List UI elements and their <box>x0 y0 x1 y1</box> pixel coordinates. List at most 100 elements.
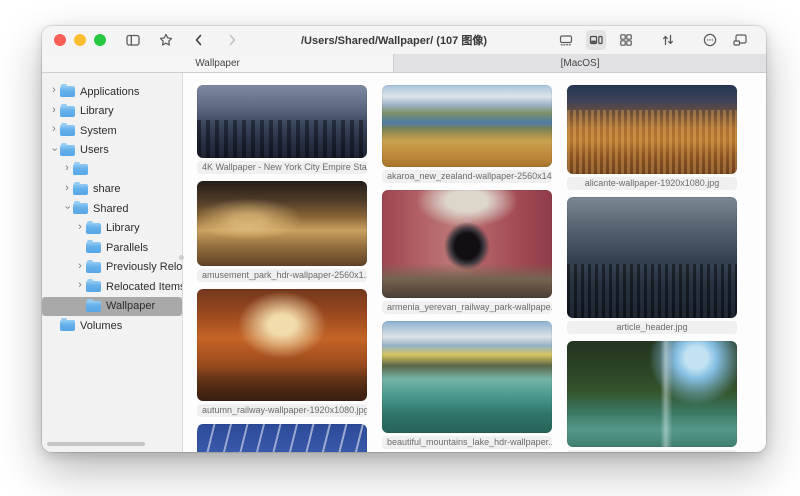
favorites-button[interactable] <box>156 30 176 50</box>
chevron-right-icon[interactable]: › <box>61 183 73 194</box>
folder-icon <box>60 320 75 331</box>
sidebar-item-label: Applications <box>80 86 139 98</box>
image-thumbnail[interactable] <box>197 85 367 158</box>
title-bar[interactable]: /Users/Shared/Wallpaper/ (107 图像) <box>42 26 766 54</box>
sidebar-item-relocated-items[interactable]: › Relocated Items <box>42 277 182 297</box>
image-card[interactable]: beautiful_mountains_lake_hdr-wallpaper..… <box>382 321 552 449</box>
sidebar-horizontal-scrollbar[interactable] <box>47 442 145 446</box>
chevron-right-icon[interactable]: › <box>74 261 86 272</box>
image-card[interactable]: 4K Wallpaper - New York City Empire Stat… <box>197 85 367 174</box>
more-icon <box>702 32 718 48</box>
image-thumbnail[interactable] <box>382 321 552 433</box>
sidebar-item-label: Volumes <box>80 320 122 332</box>
forward-button[interactable] <box>222 30 242 50</box>
image-thumbnail[interactable] <box>197 181 367 266</box>
chevron-right-icon[interactable]: › <box>48 124 60 135</box>
grid-view-icon <box>618 32 634 48</box>
desktop-background: /Users/Shared/Wallpaper/ (107 图像) <box>0 0 800 496</box>
sidebar-item-applications[interactable]: › Applications <box>42 82 182 102</box>
image-card[interactable]: article_header.jpg <box>567 197 737 334</box>
tab-wallpaper[interactable]: Wallpaper <box>42 54 394 72</box>
traffic-lights <box>54 34 106 46</box>
sidebar-item-parallels[interactable]: › Parallels <box>42 238 182 258</box>
folder-icon <box>60 145 75 156</box>
image-thumbnail[interactable] <box>197 424 367 452</box>
image-filename: autumn_railway-wallpaper-1920x1080.jpg <box>197 404 367 417</box>
image-filename: beautiful_waterfall-wallpaper-2560x144..… <box>567 450 737 452</box>
chevron-right-icon[interactable]: › <box>74 280 86 291</box>
file-browser-window: /Users/Shared/Wallpaper/ (107 图像) <box>42 26 766 452</box>
forward-icon <box>224 32 240 48</box>
folder-tree-sidebar: › Applications › Library › System › <box>42 73 183 452</box>
image-filename: akaroa_new_zealand-wallpaper-2560x14... <box>382 170 552 183</box>
image-thumbnail[interactable] <box>382 85 552 167</box>
image-card[interactable]: amusement_park_hdr-wallpaper-2560x1... <box>197 181 367 282</box>
image-thumbnail[interactable] <box>567 197 737 318</box>
image-filename: amusement_park_hdr-wallpaper-2560x1... <box>197 269 367 282</box>
sidebar-item-label: Wallpaper <box>106 300 155 312</box>
chevron-right-icon[interactable]: › <box>48 105 60 116</box>
more-button[interactable] <box>700 30 720 50</box>
sort-button[interactable] <box>658 30 678 50</box>
path-title: /Users/Shared/Wallpaper/ (107 图像) <box>242 32 546 48</box>
folder-icon <box>86 262 101 273</box>
image-thumbnail[interactable] <box>197 289 367 401</box>
image-filename: beautiful_mountains_lake_hdr-wallpaper..… <box>382 436 552 449</box>
image-card[interactable]: akaroa_new_zealand-wallpaper-2560x14... <box>382 85 552 183</box>
tab-macos[interactable]: [MacOS] <box>394 54 766 72</box>
folder-icon <box>60 86 75 97</box>
sidebar-item-volumes[interactable]: › Volumes <box>42 316 182 336</box>
grid-column: akaroa_new_zealand-wallpaper-2560x14... … <box>382 85 552 452</box>
sidebar-item-system[interactable]: › System <box>42 121 182 141</box>
image-card[interactable]: armenia_yerevan_railway_park-wallpape... <box>382 190 552 314</box>
sidebar-item-label: Previously Relocate <box>106 261 182 273</box>
gallery-view-icon <box>588 32 604 48</box>
folder-icon <box>86 242 101 253</box>
tab-label: Wallpaper <box>195 58 240 69</box>
sidebar-item-shared[interactable]: › Shared <box>42 199 182 219</box>
image-thumbnail[interactable] <box>382 190 552 298</box>
sidebar-item-label: Library <box>80 105 114 117</box>
sidebar-item-previously-relocated[interactable]: › Previously Relocate <box>42 258 182 278</box>
chevron-right-icon[interactable]: › <box>74 222 86 233</box>
grid-view-button[interactable] <box>616 30 636 50</box>
image-filename: alicante-wallpaper-1920x1080.jpg <box>567 177 737 190</box>
tab-label: [MacOS] <box>561 58 600 69</box>
sidebar-item-user-home[interactable]: › <box>42 160 182 180</box>
gallery-view-button[interactable] <box>586 30 606 50</box>
sidebar-item-users[interactable]: › Users <box>42 141 182 161</box>
minimize-button[interactable] <box>74 34 86 46</box>
folder-icon <box>86 281 101 292</box>
sidebar-item-label: Relocated Items <box>106 281 182 293</box>
image-thumbnail[interactable] <box>567 341 737 447</box>
chevron-down-icon[interactable]: › <box>49 143 60 155</box>
desktop-button[interactable] <box>556 30 576 50</box>
image-filename: armenia_yerevan_railway_park-wallpape... <box>382 301 552 314</box>
sidebar-item-share[interactable]: › share <box>42 180 182 200</box>
image-card[interactable]: beautiful_waterfall-wallpaper-2560x144..… <box>567 341 737 452</box>
zoom-button[interactable] <box>94 34 106 46</box>
sidebar-item-label: Shared <box>93 203 128 215</box>
folder-icon <box>73 184 88 195</box>
chevron-right-icon[interactable]: › <box>48 85 60 96</box>
tab-bar: Wallpaper [MacOS] <box>42 54 766 73</box>
image-thumbnail[interactable] <box>567 85 737 174</box>
sidebar-item-label: share <box>93 183 121 195</box>
folder-icon <box>60 125 75 136</box>
image-card[interactable]: alicante-wallpaper-1920x1080.jpg <box>567 85 737 190</box>
chevron-right-icon[interactable]: › <box>61 163 73 174</box>
pane-resize-handle[interactable] <box>179 255 184 260</box>
sidebar-item-shared-library[interactable]: › Library <box>42 219 182 239</box>
desktop-icon <box>558 32 574 48</box>
sidebar-item-wallpaper[interactable]: › Wallpaper <box>42 297 182 317</box>
chevron-down-icon[interactable]: › <box>62 202 73 214</box>
back-button[interactable] <box>189 30 209 50</box>
close-button[interactable] <box>54 34 66 46</box>
image-card[interactable]: autumn_railway-wallpaper-1920x1080.jpg <box>197 289 367 417</box>
image-card[interactable] <box>197 424 367 452</box>
folder-icon <box>60 106 75 117</box>
new-window-button[interactable] <box>730 30 750 50</box>
sidebar-item-library[interactable]: › Library <box>42 102 182 122</box>
sidebar-item-label: Parallels <box>106 242 148 254</box>
sidebar-toggle-button[interactable] <box>123 30 143 50</box>
